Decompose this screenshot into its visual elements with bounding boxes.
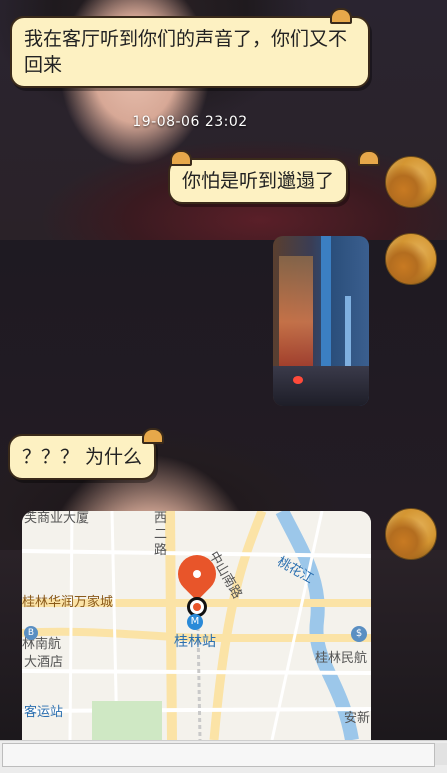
photo-tail-light xyxy=(293,376,303,384)
user-avatar[interactable] xyxy=(385,508,437,560)
message-input-bar xyxy=(0,740,447,773)
map-place-label: 大酒店 xyxy=(24,655,64,670)
bubble-cat-ear-icon xyxy=(330,8,352,24)
bank-icon: $ xyxy=(351,626,367,642)
message-timestamp: 19-08-06 23:02 xyxy=(132,114,248,130)
map-place-label: 桂林华润万家城 xyxy=(22,595,114,610)
map-label: 芙商业大厦 xyxy=(24,511,90,526)
message-input[interactable] xyxy=(2,743,435,767)
photo-message[interactable] xyxy=(273,236,369,406)
user-avatar[interactable] xyxy=(385,156,437,208)
photo-bus-floor xyxy=(273,366,369,406)
bubble-cat-ear-icon xyxy=(142,428,164,444)
map-station-label: 桂林站 xyxy=(174,634,216,650)
message-text: 你怕是听到邋遢了 xyxy=(182,170,335,192)
location-marker-dot xyxy=(193,603,201,611)
user-avatar[interactable] xyxy=(385,233,437,285)
map-place-label: 客运站 xyxy=(24,705,64,720)
scrollbar[interactable] xyxy=(434,743,447,765)
photo-bus-window xyxy=(279,256,313,366)
map-place-label: 桂林民航 xyxy=(315,651,368,666)
bubble-cat-ear-icon xyxy=(358,150,380,166)
map-road-label: 西二路 xyxy=(154,511,168,558)
message-bubble-incoming[interactable]: 我在客厅听到你们的声音了，你们又不回来 xyxy=(10,16,370,88)
metro-icon: M xyxy=(187,614,203,630)
message-text: 我在客厅听到你们的声音了，你们又不回来 xyxy=(24,28,348,76)
map-place-label: 安新 xyxy=(344,711,371,726)
background-photo-middle xyxy=(0,240,447,550)
chat-background: 我在客厅听到你们的声音了，你们又不回来 19-08-06 23:02 你怕是听到… xyxy=(0,0,447,740)
message-bubble-outgoing[interactable]: 你怕是听到邋遢了 xyxy=(168,158,349,204)
message-bubble-incoming[interactable]: ？？？ 为什么 xyxy=(8,434,157,480)
message-text: ？？？ 为什么 xyxy=(22,446,143,468)
bubble-cat-ear-icon xyxy=(170,150,192,166)
bus-icon: B xyxy=(24,626,38,640)
location-map-message[interactable]: 芙商业大厦 西二路 中山南路 桃花江 桂林华润万家城 M 桂林站 林南航 大酒店… xyxy=(22,511,371,740)
location-pin-dot xyxy=(193,570,201,578)
